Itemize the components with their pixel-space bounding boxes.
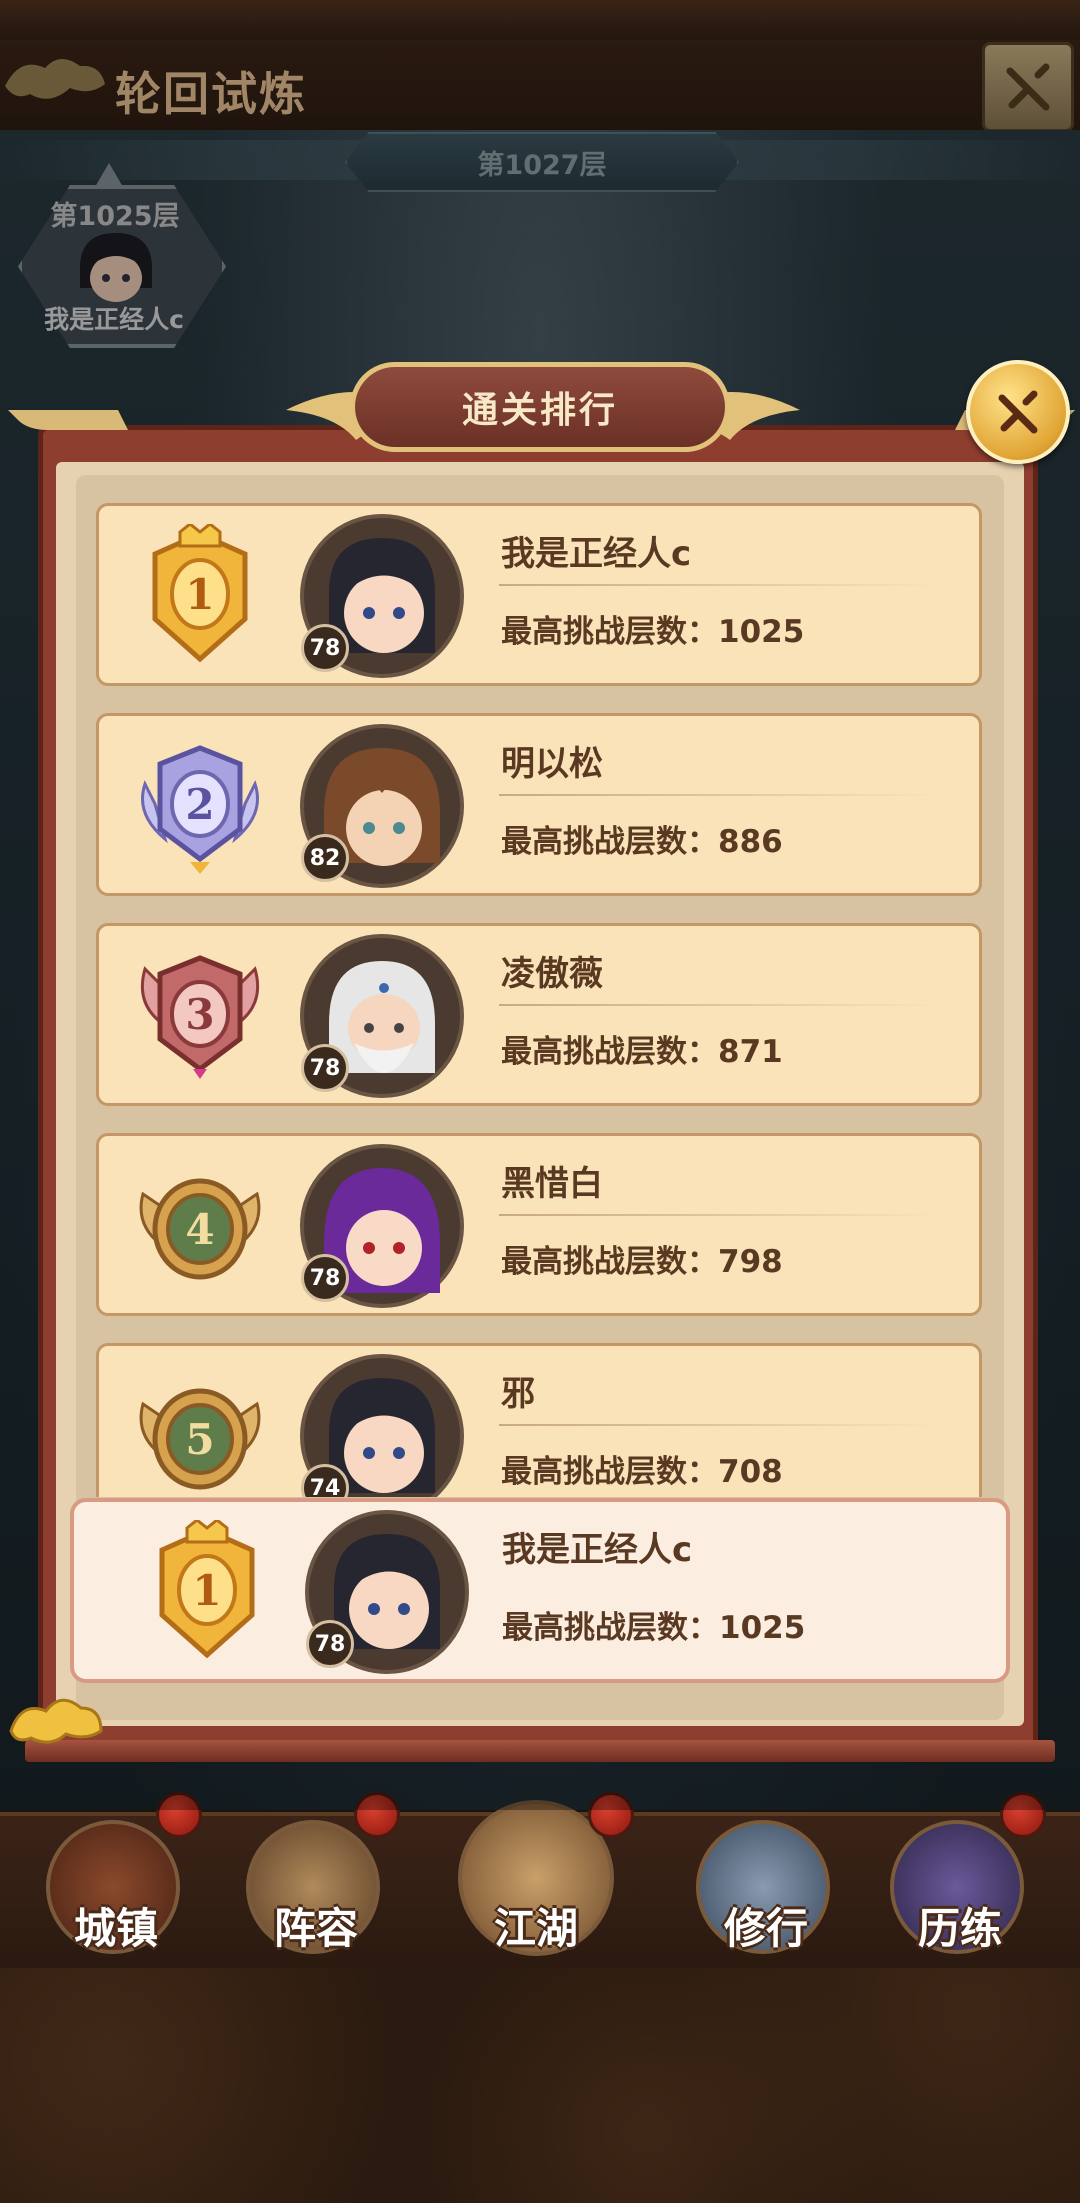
player-name: 明以松 [501,744,603,784]
best-floor-line: 最高挑战层数：798 [501,1236,783,1281]
nav-town[interactable]: 城镇 [46,1820,186,1960]
level-badge: 78 [301,624,349,672]
close-icon [1006,63,1050,111]
rank-3-bronze-badge-icon: 3 [140,955,260,1079]
modal-close-button[interactable] [966,360,1070,464]
nav-lineup-label: 阵容 [273,1904,358,1953]
best-floor-value: 708 [718,1454,783,1490]
modal-title: 通关排行 [461,390,618,431]
svg-text:4: 4 [185,1205,214,1254]
nav-experience-label: 历练 [917,1904,1002,1953]
best-floor-line: 最高挑战层数：886 [501,816,783,861]
row-divider [499,1424,939,1426]
rank-4-badge-icon: 4 [139,1178,261,1280]
best-floor-label: 最高挑战层数： [501,614,718,650]
ranking-list[interactable]: 1 78 我是正经人c 最高挑战层数：1025 2 82 明以松 最高挑战层数：… [76,475,1004,1497]
best-floor-label: 最高挑战层数： [501,1034,718,1070]
best-floor-label: 最高挑战层数： [502,1610,719,1646]
best-floor-line: 最高挑战层数：1025 [501,606,804,651]
nav-practice-label: 修行 [723,1904,808,1953]
player-name: 邪 [501,1374,535,1414]
cloud-ornament-icon [9,1698,103,1744]
level-badge: 78 [301,1254,349,1302]
ranking-row[interactable]: 4 78 黑惜白 最高挑战层数：798 [96,1133,982,1316]
row-divider [499,584,939,586]
level-badge: 78 [301,1044,349,1092]
rank-2-silver-badge-icon: 2 [141,745,259,874]
nav-jianghu-label: 江湖 [493,1904,578,1953]
my-ranking-row[interactable]: 1 78 我是正经人c 最高挑战层数：1025 [70,1498,1010,1683]
nav-lineup[interactable]: 阵容 [246,1820,386,1960]
modal-title-plaque: 通关排行 [350,362,730,452]
row-divider [499,794,939,796]
level-badge: 78 [306,1620,354,1668]
svg-text:5: 5 [185,1415,214,1464]
ranking-row[interactable]: 1 78 我是正经人c 最高挑战层数：1025 [96,503,982,686]
player-name: 黑惜白 [501,1164,603,1204]
title-close-button[interactable] [982,42,1074,132]
best-floor-label: 最高挑战层数： [501,824,718,860]
best-floor-line: 最高挑战层数：708 [501,1446,783,1491]
best-floor-value: 1025 [718,614,805,650]
nav-town-label: 城镇 [73,1904,158,1953]
row-divider [499,1214,939,1216]
rank-1-gold-badge-icon: 1 [152,524,248,663]
player-name: 我是正经人c [502,1530,693,1570]
cloud-ornament-icon [5,58,105,99]
ground-pattern [0,1964,1080,2203]
best-floor-value: 871 [718,1034,783,1070]
best-floor-line: 最高挑战层数：871 [501,1026,783,1071]
best-floor-line: 最高挑战层数：1025 [502,1602,805,1647]
ranking-row[interactable]: 2 82 明以松 最高挑战层数：886 [96,713,982,896]
player-name: 凌傲薇 [501,954,603,994]
page-title: 轮回试炼 [115,67,307,121]
ranking-row[interactable]: 5 74 邪 最高挑战层数：708 [96,1343,982,1497]
modal-bottom-rail [25,1740,1055,1762]
svg-text:1: 1 [185,570,214,619]
svg-text:2: 2 [185,780,214,829]
best-floor-label: 最高挑战层数： [501,1244,718,1280]
best-floor-value: 886 [718,824,783,860]
corner-ornament-icon [8,410,128,430]
row-divider [499,1004,939,1006]
best-floor-value: 1025 [719,1610,806,1646]
rank-1-gold-badge-icon: 1 [159,1520,255,1659]
rank-5-badge-icon: 5 [139,1388,261,1490]
level-badge: 82 [301,834,349,882]
best-floor-label: 最高挑战层数： [501,1454,718,1490]
nav-experience[interactable]: 历练 [890,1820,1030,1960]
nav-practice[interactable]: 修行 [696,1820,836,1960]
best-floor-value: 798 [718,1244,783,1280]
svg-text:3: 3 [185,990,214,1039]
svg-text:1: 1 [192,1566,221,1615]
top-border [0,0,1080,40]
close-icon [998,390,1038,434]
player-name: 我是正经人c [501,534,692,574]
ranking-row[interactable]: 3 78 凌傲薇 最高挑战层数：871 [96,923,982,1106]
